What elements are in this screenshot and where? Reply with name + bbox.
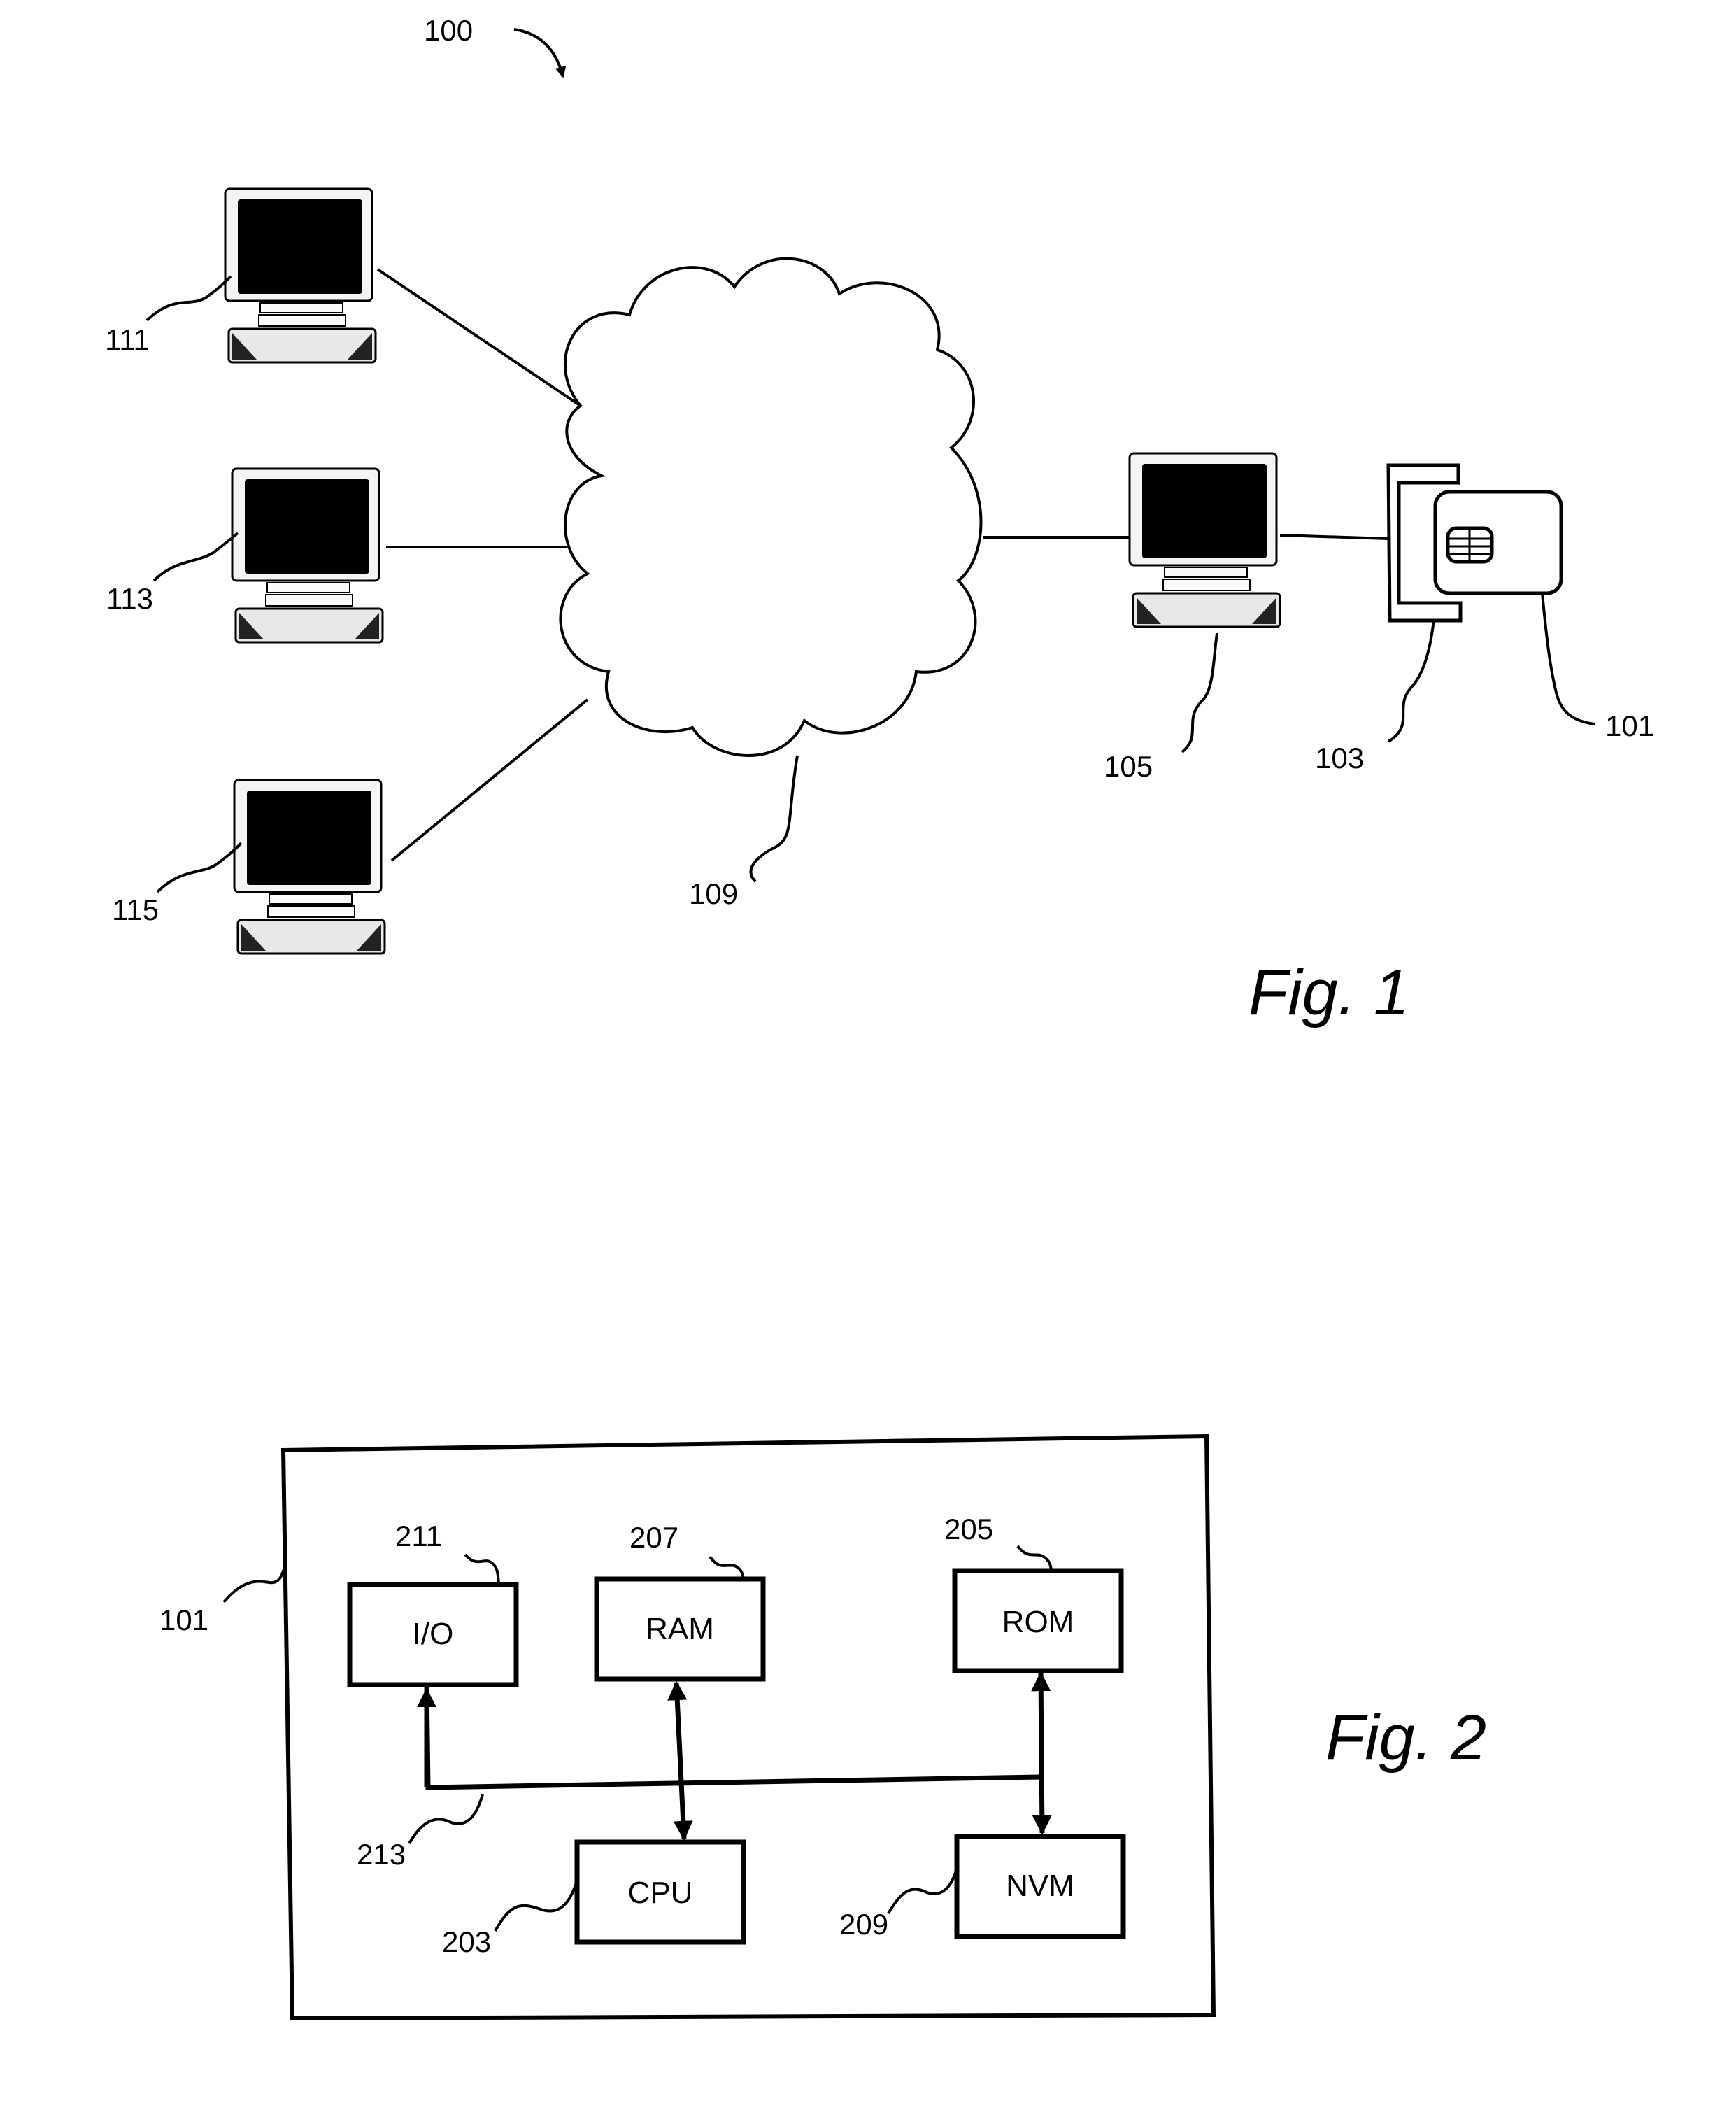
link-105-reader bbox=[1279, 534, 1389, 540]
block-ram-text: RAM bbox=[646, 1612, 714, 1646]
computer-111-label: 111 bbox=[105, 323, 150, 356]
computer-113-label: 113 bbox=[106, 582, 153, 615]
block-ram-ref: 207 bbox=[629, 1521, 678, 1554]
figure-2: 101 I/O 211 RAM 207 ROM 205 CPU 203 NVM bbox=[159, 1433, 1486, 2021]
block-io-ref: 211 bbox=[395, 1520, 442, 1552]
block-nvm-text: NVM bbox=[1006, 1869, 1074, 1903]
network-leader-line bbox=[749, 755, 799, 883]
link-111-network bbox=[376, 268, 582, 407]
link-115-network bbox=[390, 698, 589, 862]
block-rom-text: ROM bbox=[1002, 1605, 1074, 1639]
computer-105-label: 105 bbox=[1104, 750, 1153, 783]
leader-103 bbox=[1387, 618, 1435, 743]
figure-1-caption: Fig. 1 bbox=[1248, 957, 1409, 1028]
computer-115-label: 115 bbox=[112, 893, 159, 926]
leader-111 bbox=[145, 275, 232, 322]
block-nvm: NVM bbox=[954, 1834, 1126, 1939]
figure-2-caption: Fig. 2 bbox=[1325, 1702, 1486, 1773]
leader-113 bbox=[152, 532, 239, 582]
block-cpu-text: CPU bbox=[628, 1876, 693, 1910]
system-ref-label: 100 bbox=[424, 14, 473, 47]
computer-icon bbox=[233, 779, 386, 955]
computer-111 bbox=[224, 187, 377, 364]
computer-105 bbox=[1128, 452, 1281, 628]
leader-115 bbox=[156, 842, 243, 893]
bus-arrow-rom-nvm bbox=[1031, 1671, 1052, 1835]
computer-113 bbox=[231, 467, 384, 644]
figure-1: 100 109 111 113 115 105 103 101 Fig. 1 bbox=[105, 14, 1654, 1028]
card-reader-label: 103 bbox=[1315, 742, 1364, 774]
smart-card-label: 101 bbox=[1605, 709, 1654, 742]
card-leader-line bbox=[222, 1566, 286, 1603]
chip-icon bbox=[1446, 526, 1494, 564]
computer-icon bbox=[224, 187, 377, 364]
card-ref-label: 101 bbox=[159, 1603, 208, 1636]
patent-drawing: 100 109 111 113 115 105 103 101 Fig. 1 1… bbox=[105, 14, 1654, 2021]
block-rom: ROM bbox=[952, 1568, 1124, 1673]
block-nvm-ref: 209 bbox=[839, 1908, 888, 1941]
network-ref-label: 109 bbox=[689, 877, 738, 910]
computer-icon bbox=[231, 467, 384, 644]
block-io: I/O bbox=[347, 1582, 519, 1687]
computer-115 bbox=[233, 779, 386, 955]
smart-card bbox=[1433, 490, 1563, 595]
leader-105 bbox=[1181, 632, 1218, 753]
block-cpu-ref: 203 bbox=[442, 1925, 491, 1958]
block-io-text: I/O bbox=[413, 1617, 454, 1651]
system-ref-arrow bbox=[513, 28, 567, 78]
block-rom-ref: 205 bbox=[944, 1513, 993, 1545]
network-cloud bbox=[559, 257, 983, 757]
bus-ref-label: 213 bbox=[357, 1838, 406, 1871]
block-ram: RAM bbox=[594, 1576, 766, 1682]
computer-icon bbox=[1128, 452, 1281, 628]
block-cpu: CPU bbox=[574, 1839, 746, 1945]
leader-101 bbox=[1541, 593, 1595, 725]
